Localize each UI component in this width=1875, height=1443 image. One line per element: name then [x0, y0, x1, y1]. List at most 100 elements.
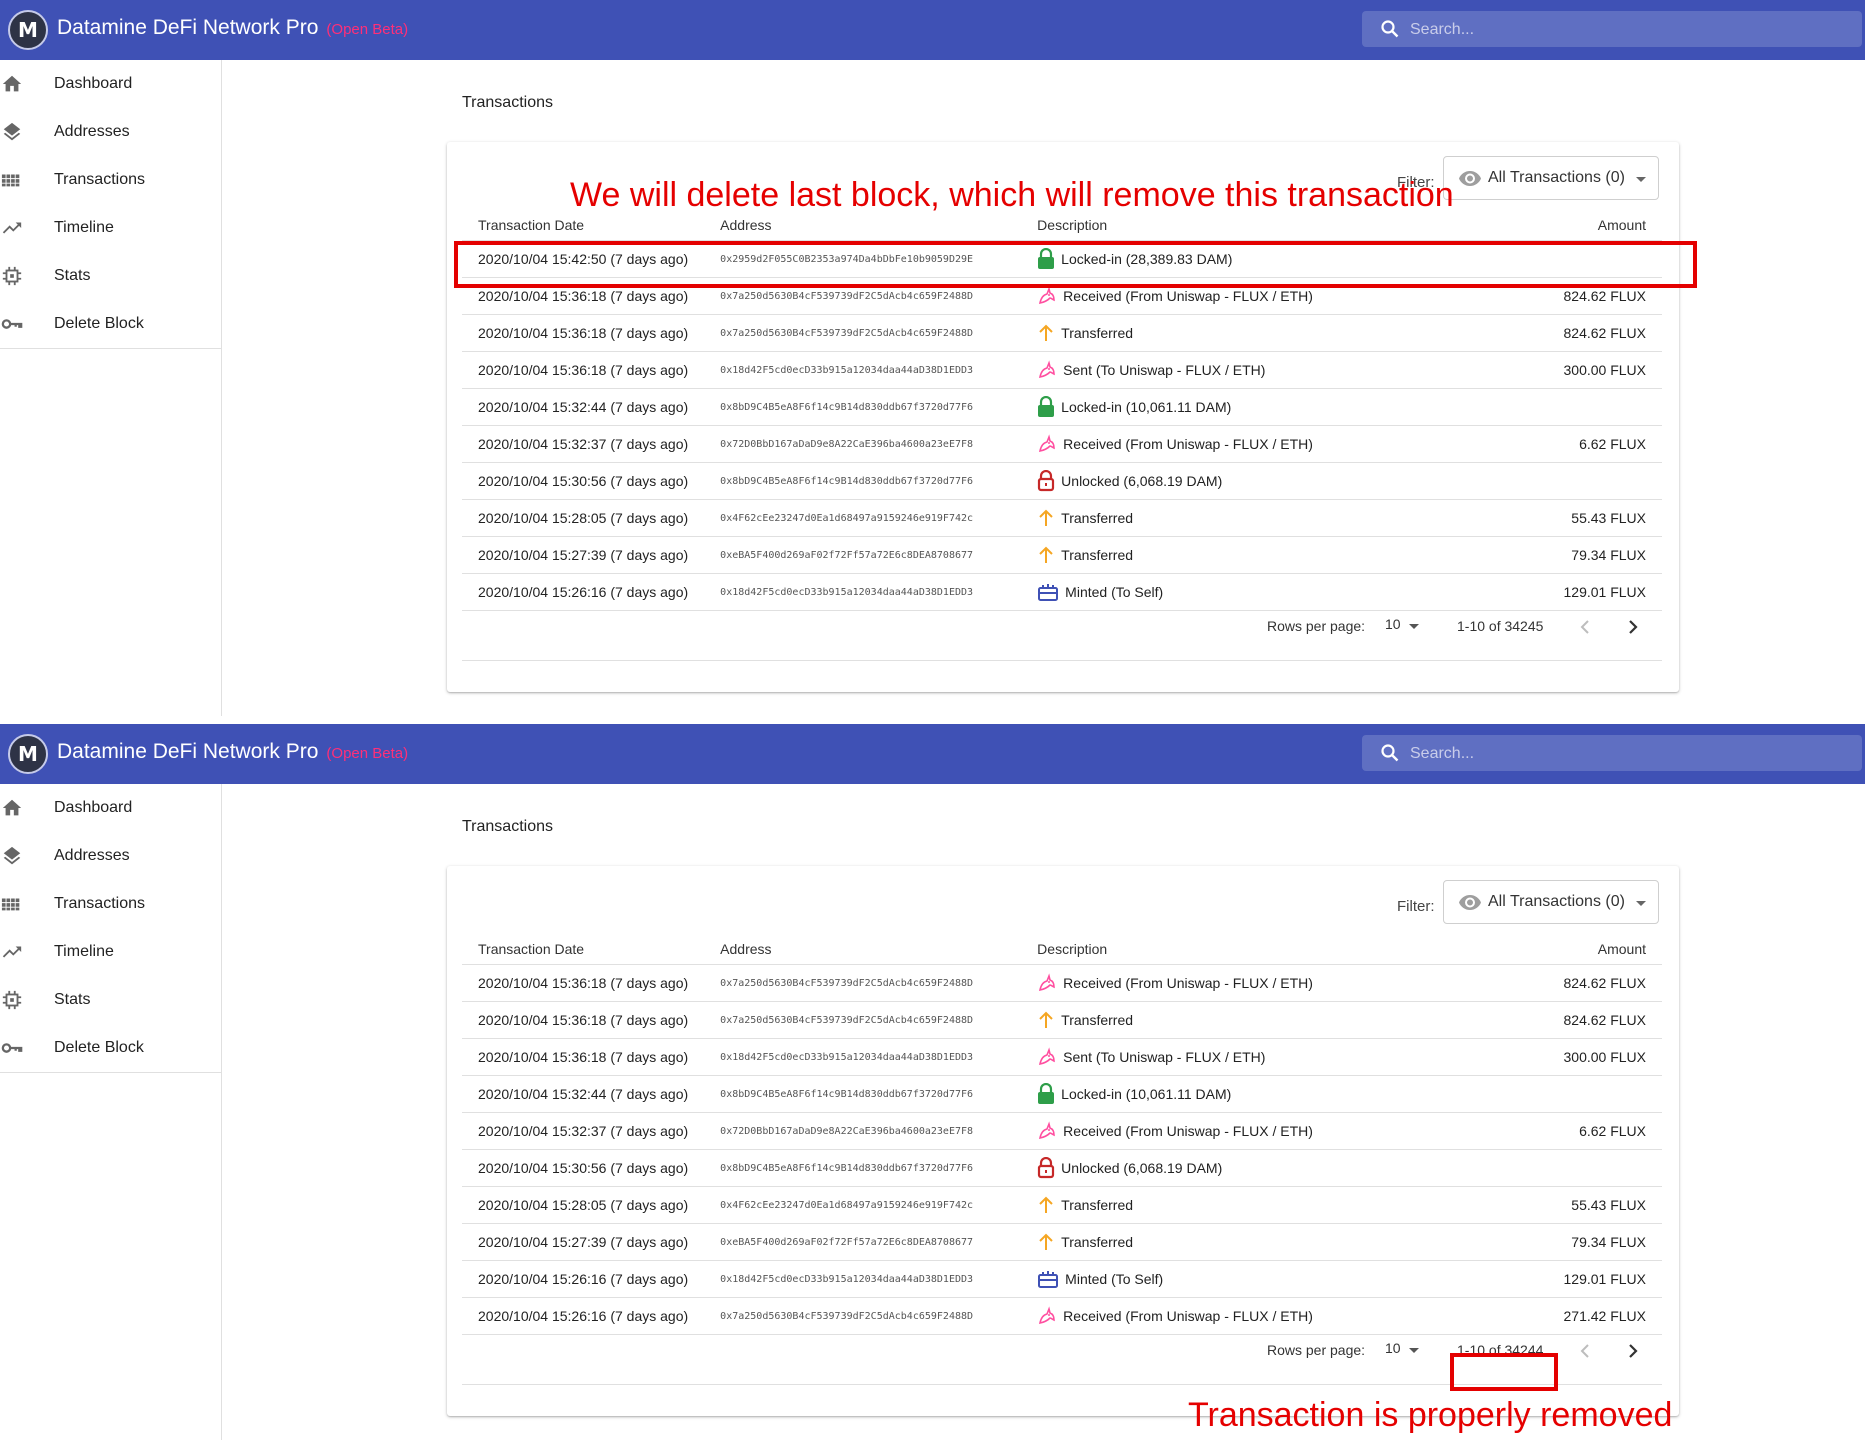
table-row[interactable]: 2020/10/04 15:32:37 (7 days ago) 0x72D0Bb… [462, 425, 1662, 463]
sidebar-item-stats[interactable]: Stats [0, 252, 221, 300]
sidebar-item-timeline[interactable]: Timeline [0, 204, 221, 252]
table-row[interactable]: 2020/10/04 15:32:37 (7 days ago) 0x72D0Bb… [462, 1112, 1662, 1150]
table-row[interactable]: 2020/10/04 15:26:16 (7 days ago) 0x18d42F… [462, 573, 1662, 611]
page-title: Transactions [462, 94, 553, 111]
annotation-text: Transaction is properly removed [1188, 1396, 1673, 1434]
caret-down-icon[interactable] [1409, 1348, 1419, 1353]
cell-description: Received (From Uniswap - FLUX / ETH) [1021, 425, 1489, 463]
annotation-highlight-row [454, 241, 1697, 288]
beta-badge: (Open Beta) [326, 21, 409, 38]
table-row[interactable]: 2020/10/04 15:27:39 (7 days ago) 0xeBA5F4… [462, 536, 1662, 574]
sidebar-item-dashboard[interactable]: Dashboard [0, 784, 221, 832]
cell-amount [1488, 1075, 1662, 1113]
table-row[interactable]: 2020/10/04 15:30:56 (7 days ago) 0x8bD9C4… [462, 1149, 1662, 1187]
transactions-body: 2020/10/04 15:36:18 (7 days ago) 0x7a250d… [462, 964, 1662, 1335]
cell-description: Unlocked (6,068.19 DAM) [1021, 462, 1489, 500]
unicorn-icon [1037, 1121, 1063, 1140]
cell-date: 2020/10/04 15:26:16 (7 days ago) [462, 1260, 705, 1298]
table-row[interactable]: 2020/10/04 15:32:44 (7 days ago) 0x8bD9C4… [462, 1075, 1662, 1113]
cell-date: 2020/10/04 15:32:37 (7 days ago) [462, 425, 705, 463]
search-box[interactable] [1362, 735, 1862, 773]
page-title: Transactions [462, 818, 553, 835]
col-header-address[interactable]: Address [704, 933, 1022, 965]
arrow-up-icon [1037, 1196, 1061, 1213]
search-box[interactable] [1362, 11, 1862, 49]
table-row[interactable]: 2020/10/04 15:36:18 (7 days ago) 0x7a250d… [462, 964, 1662, 1002]
cell-date: 2020/10/04 15:30:56 (7 days ago) [462, 1149, 705, 1187]
table-row[interactable]: 2020/10/04 15:36:18 (7 days ago) 0x18d42F… [462, 351, 1662, 389]
cell-amount [1488, 462, 1662, 500]
sidebar-item-delete-block[interactable]: Delete Block [0, 300, 221, 348]
table-row[interactable]: 2020/10/04 15:32:44 (7 days ago) 0x8bD9C4… [462, 388, 1662, 426]
description-text: Transferred [1061, 510, 1134, 526]
description-text: Transferred [1061, 325, 1134, 341]
caret-down-icon[interactable] [1409, 624, 1419, 629]
grid-icon [1, 174, 20, 187]
cell-amount: 6.62 FLUX [1488, 1112, 1662, 1150]
filter-select[interactable]: All Transactions (0) [1443, 880, 1659, 924]
app-bar: M Datamine DeFi Network Pro (Open Beta) [0, 0, 1865, 60]
col-header-description[interactable]: Description [1021, 933, 1489, 965]
cell-amount: 824.62 FLUX [1488, 1001, 1662, 1039]
cell-address: 0x18d42F5cd0ecD33b915a12034daa44aD38D1ED… [704, 1260, 1022, 1298]
sidebar-item-stats[interactable]: Stats [0, 976, 221, 1024]
cell-amount [1488, 1149, 1662, 1187]
arrow-up-icon [1037, 1233, 1061, 1250]
arrow-up-icon [1037, 1011, 1061, 1028]
eye-icon [1459, 171, 1481, 186]
sidebar-item-addresses[interactable]: Addresses [0, 108, 221, 156]
table-row[interactable]: 2020/10/04 15:26:16 (7 days ago) 0x7a250d… [462, 1297, 1662, 1335]
search-input[interactable] [1408, 735, 1842, 773]
table-row[interactable]: 2020/10/04 15:27:39 (7 days ago) 0xeBA5F4… [462, 1223, 1662, 1261]
cell-description: Sent (To Uniswap - FLUX / ETH) [1021, 351, 1489, 389]
chevron-right-icon[interactable] [1623, 1342, 1641, 1360]
app-logo[interactable]: M [8, 734, 48, 774]
chevron-right-icon[interactable] [1623, 618, 1641, 636]
rows-per-page-label: Rows per page: [1267, 1342, 1366, 1358]
search-input[interactable] [1408, 11, 1842, 49]
transactions-card: Filter: All Transactions (0) Transaction… [447, 866, 1679, 1416]
cell-description: Received (From Uniswap - FLUX / ETH) [1021, 1297, 1489, 1335]
table-row[interactable]: 2020/10/04 15:36:18 (7 days ago) 0x18d42F… [462, 1038, 1662, 1076]
chevron-left-icon[interactable] [1577, 618, 1595, 636]
description-text: Transferred [1061, 1234, 1134, 1250]
col-header-amount[interactable]: Amount [1488, 209, 1662, 241]
table-row[interactable]: 2020/10/04 15:28:05 (7 days ago) 0x4F62cE… [462, 499, 1662, 537]
minted-icon [1037, 1270, 1065, 1288]
col-header-amount[interactable]: Amount [1488, 933, 1662, 965]
home-icon [2, 799, 22, 816]
cell-description: Transferred [1021, 1223, 1489, 1261]
lock-icon [1037, 395, 1061, 417]
sidebar-item-transactions[interactable]: Transactions [0, 156, 221, 204]
cell-description: Transferred [1021, 536, 1489, 574]
table-row[interactable]: 2020/10/04 15:36:18 (7 days ago) 0x7a250d… [462, 1001, 1662, 1039]
sidebar-item-timeline[interactable]: Timeline [0, 928, 221, 976]
chevron-left-icon[interactable] [1577, 1342, 1595, 1360]
cell-address: 0x8bD9C4B5eA8F6f14c9B14d830ddb67f3720d77… [704, 1149, 1022, 1187]
table-header: Transaction Date Address Description Amo… [462, 933, 1662, 965]
sidebar: Dashboard Addresses Transactions Timelin… [0, 60, 222, 716]
description-text: Received (From Uniswap - FLUX / ETH) [1063, 1123, 1313, 1139]
sidebar-item-transactions[interactable]: Transactions [0, 880, 221, 928]
table-row[interactable]: 2020/10/04 15:28:05 (7 days ago) 0x4F62cE… [462, 1186, 1662, 1224]
rows-per-page-select[interactable]: 10 [1385, 616, 1401, 632]
description-text: Transferred [1061, 1012, 1134, 1028]
table-row[interactable]: 2020/10/04 15:26:16 (7 days ago) 0x18d42F… [462, 1260, 1662, 1298]
sidebar-item-delete-block[interactable]: Delete Block [0, 1024, 221, 1072]
pagination: Rows per page: 10 1-10 of 34245 [447, 612, 1679, 642]
rows-per-page-select[interactable]: 10 [1385, 1340, 1401, 1356]
col-header-date[interactable]: Transaction Date [462, 933, 705, 965]
app-logo[interactable]: M [8, 10, 48, 50]
table-row[interactable]: 2020/10/04 15:30:56 (7 days ago) 0x8bD9C4… [462, 462, 1662, 500]
table-row[interactable]: 2020/10/04 15:36:18 (7 days ago) 0x7a250d… [462, 314, 1662, 352]
unicorn-icon [1037, 1047, 1063, 1066]
cell-address: 0x7a250d5630B4cF539739dF2C5dAcb4c659F248… [704, 1297, 1022, 1335]
sidebar-item-addresses[interactable]: Addresses [0, 832, 221, 880]
sidebar-item-label: Timeline [54, 943, 114, 960]
trending-up-icon [2, 222, 22, 234]
cell-date: 2020/10/04 15:32:44 (7 days ago) [462, 1075, 705, 1113]
sidebar-item-dashboard[interactable]: Dashboard [0, 60, 221, 108]
app-title: Datamine DeFi Network Pro (Open Beta) [57, 740, 408, 764]
chip-icon [2, 990, 22, 1010]
filter-select[interactable]: All Transactions (0) [1443, 156, 1659, 200]
